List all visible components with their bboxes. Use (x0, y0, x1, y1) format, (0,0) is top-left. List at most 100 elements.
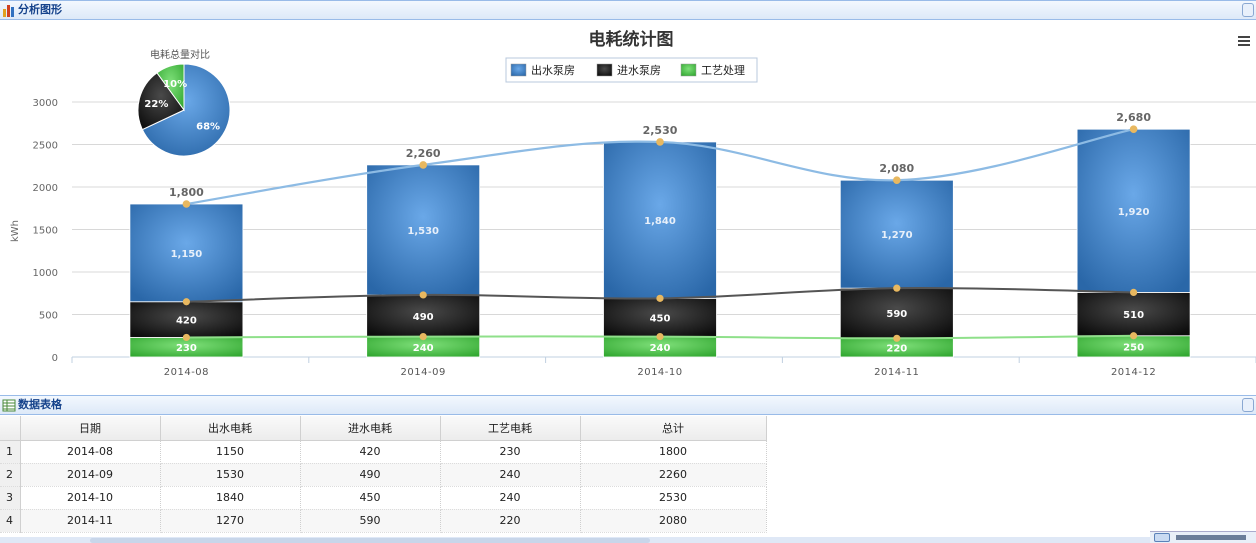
pie-label: 68% (196, 121, 220, 132)
row-number-header (0, 416, 21, 441)
legend-label[interactable]: 进水泵房 (617, 64, 661, 77)
x-tick-label: 2014-08 (164, 367, 209, 378)
pie-label: 22% (144, 99, 168, 110)
legend-swatch[interactable] (596, 63, 613, 77)
table-row[interactable]: 3 2014-10 1840 450 240 2530 (0, 486, 767, 510)
collapse-tool-icon[interactable] (1242, 3, 1254, 17)
legend-swatch[interactable] (680, 63, 697, 77)
total-marker[interactable] (182, 200, 191, 208)
column-header-inflow[interactable]: 进水电耗 (300, 416, 441, 441)
grid-panel-header: 数据表格 (0, 395, 1256, 415)
y-tick-label: 2500 (33, 141, 58, 152)
grid-panel-title: 数据表格 (18, 398, 62, 411)
table-row[interactable]: 4 2014-11 1270 590 220 2080 (0, 509, 767, 533)
y-axis-label: kWh (10, 220, 21, 242)
data-label: 250 (1123, 342, 1144, 353)
y-tick-label: 500 (39, 311, 58, 322)
row-number: 1 (0, 440, 21, 464)
window-icon (1154, 533, 1170, 542)
line-marker[interactable] (893, 334, 901, 342)
y-tick-label: 2000 (33, 183, 58, 194)
line-marker[interactable] (419, 291, 427, 299)
cell-total: 2260 (580, 463, 767, 487)
horizontal-scrollbar[interactable] (0, 537, 1256, 543)
line-marker[interactable] (656, 333, 664, 341)
cell-process: 230 (440, 440, 581, 464)
bar-chart-icon (3, 5, 14, 17)
total-label: 2,530 (643, 124, 678, 137)
row-number: 3 (0, 486, 21, 510)
total-marker[interactable] (1129, 125, 1138, 133)
column-header-total[interactable]: 总计 (580, 416, 767, 441)
total-marker[interactable] (419, 161, 428, 169)
cell-inflow: 420 (300, 440, 441, 464)
table-row[interactable]: 1 2014-08 1150 420 230 1800 (0, 440, 767, 464)
data-label: 1,840 (644, 216, 676, 227)
data-label: 1,150 (171, 249, 203, 260)
line-marker[interactable] (656, 294, 664, 302)
column-header-date[interactable]: 日期 (20, 416, 161, 441)
chart-panel-header: 分析图形 (0, 0, 1256, 20)
data-label: 510 (1123, 310, 1144, 321)
row-number: 2 (0, 463, 21, 487)
cell-inflow: 590 (300, 509, 441, 533)
data-label: 240 (413, 343, 434, 354)
data-label: 490 (413, 312, 434, 323)
cell-date: 2014-09 (20, 463, 161, 487)
table-row[interactable]: 2 2014-09 1530 490 240 2260 (0, 463, 767, 487)
data-label: 220 (886, 344, 907, 355)
scrollbar-thumb[interactable] (90, 538, 650, 543)
cell-total: 2080 (580, 509, 767, 533)
chart-title: 电耗统计图 (589, 29, 674, 50)
cell-outflow: 1840 (160, 486, 301, 510)
data-label: 1,530 (407, 226, 439, 237)
total-label: 2,680 (1116, 111, 1151, 124)
data-grid: 日期 出水电耗 进水电耗 工艺电耗 总计 1 2014-08 1150 420 … (0, 416, 1256, 543)
y-tick-label: 3000 (33, 98, 58, 109)
total-label: 1,800 (169, 186, 204, 199)
cell-process: 240 (440, 486, 581, 510)
cell-total: 2530 (580, 486, 767, 510)
table-icon (2, 399, 16, 412)
taskbar-text-block (1176, 535, 1246, 540)
table-header-row: 日期 出水电耗 进水电耗 工艺电耗 总计 (0, 416, 767, 441)
legend-swatch[interactable] (510, 63, 527, 77)
column-header-process[interactable]: 工艺电耗 (440, 416, 581, 441)
cell-outflow: 1530 (160, 463, 301, 487)
cell-outflow: 1270 (160, 509, 301, 533)
data-label: 420 (176, 316, 197, 327)
line-marker[interactable] (1130, 332, 1138, 340)
legend-label[interactable]: 工艺处理 (701, 64, 745, 77)
data-label: 240 (650, 343, 671, 354)
hamburger-menu-icon[interactable] (1238, 36, 1250, 46)
chart-area: 0 500 1000 1500 2000 2500 3000 2014-08 2014-09 20… (0, 21, 1256, 393)
cell-inflow: 490 (300, 463, 441, 487)
cell-date: 2014-11 (20, 509, 161, 533)
x-tick-label: 2014-12 (1111, 367, 1156, 378)
line-marker[interactable] (182, 298, 190, 306)
cell-date: 2014-08 (20, 440, 161, 464)
data-label: 1,270 (881, 230, 913, 241)
total-label: 2,080 (879, 162, 914, 175)
line-marker[interactable] (419, 333, 427, 341)
y-tick-label: 1500 (33, 226, 58, 237)
data-table: 日期 出水电耗 进水电耗 工艺电耗 总计 1 2014-08 1150 420 … (0, 416, 767, 533)
cell-process: 220 (440, 509, 581, 533)
line-marker[interactable] (893, 284, 901, 292)
total-marker[interactable] (656, 138, 664, 146)
column-header-outflow[interactable]: 出水电耗 (160, 416, 301, 441)
cell-inflow: 450 (300, 486, 441, 510)
total-marker[interactable] (893, 176, 901, 184)
line-marker[interactable] (1130, 288, 1138, 296)
x-tick-label: 2014-10 (637, 367, 682, 378)
data-label: 450 (650, 313, 671, 324)
x-tick-label: 2014-09 (401, 367, 446, 378)
pie-label: 10% (163, 79, 187, 90)
chart-svg: 0 500 1000 1500 2000 2500 3000 2014-08 2014-09 20… (10, 29, 1256, 378)
total-label: 2,260 (406, 147, 441, 160)
data-label: 230 (176, 343, 197, 354)
data-label: 1,920 (1118, 207, 1150, 218)
legend-label[interactable]: 出水泵房 (531, 63, 575, 77)
line-marker[interactable] (182, 333, 190, 342)
collapse-tool-icon[interactable] (1242, 398, 1254, 412)
